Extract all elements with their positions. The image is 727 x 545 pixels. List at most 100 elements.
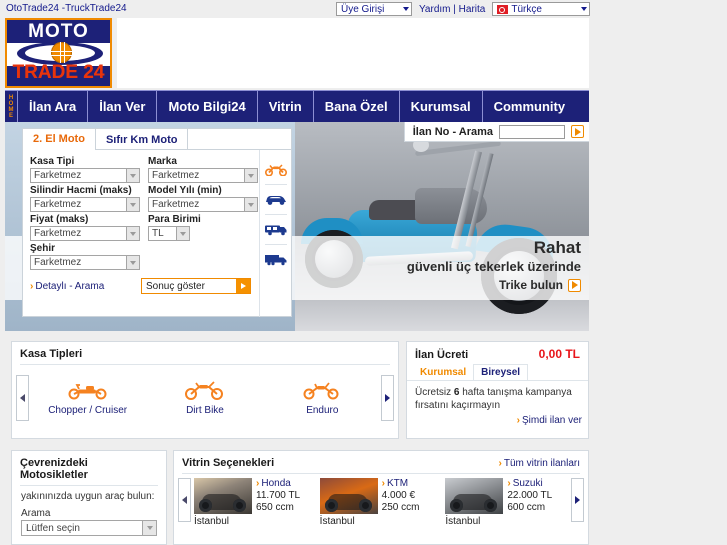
post-listing-now-link[interactable]: › Şimdi ilan ver (517, 415, 582, 426)
sidebar-item-home[interactable]: HOME (5, 91, 18, 122)
search-row-1: Kasa Tipi Farketmez Marka Farketmez (30, 154, 258, 183)
showcase-list: › Honda 11.700 TL 650 ccm İstanbul › KTM… (174, 474, 588, 527)
chevron-down-icon (244, 169, 257, 182)
nearby-bikes-subtitle: yakınınızda uygun araç bulun: (21, 491, 155, 502)
body-type-dirt-bike[interactable]: Dirt Bike (150, 380, 260, 416)
showcase-next-button[interactable] (571, 478, 585, 522)
truck-icon[interactable] (264, 245, 288, 274)
hero-cta-arrow-icon[interactable] (568, 278, 581, 292)
main-navigation: HOME İlan Ara İlan Ver Moto Bilgi24 Vitr… (5, 90, 589, 122)
help-link[interactable]: Yardım (419, 4, 451, 15)
field-kasa-tipi-value: Farketmez (34, 170, 82, 181)
van-icon[interactable] (264, 215, 288, 244)
body-type-enduro[interactable]: Enduro (267, 380, 377, 416)
nav-item-moto-bilgi24[interactable]: Moto Bilgi24 (157, 91, 258, 122)
map-link[interactable]: Harita (459, 4, 486, 15)
thumb-wheel-left (324, 499, 338, 512)
field-sehir-select[interactable]: Farketmez (30, 255, 140, 270)
field-sehir: Şehir Farketmez (30, 241, 140, 270)
chevron-right-icon: › (498, 457, 502, 469)
listing-info: › KTM 4.000 € 250 ccm (382, 478, 420, 514)
chevron-down-icon (126, 256, 139, 269)
field-model-yili: Model Yılı (min) Farketmez (148, 183, 258, 212)
chevron-down-icon (176, 227, 189, 240)
showcase-prev-button[interactable] (178, 478, 191, 522)
car-icon[interactable] (264, 185, 288, 214)
post-listing-now-label: Şimdi ilan ver (521, 415, 582, 426)
listing-info: › Suzuki 22.000 TL 600 ccm (507, 478, 552, 514)
listing-brand-label: Suzuki (512, 478, 543, 489)
field-kasa-tipi-select[interactable]: Farketmez (30, 168, 140, 183)
listing-fee-header: İlan Ücreti 0,00 TL (407, 342, 588, 364)
listing-engine: 600 ccm (507, 502, 546, 513)
field-silindir-hacmi-value: Farketmez (34, 199, 82, 210)
show-results-button[interactable]: Sonuç göster (141, 278, 251, 294)
nearby-bikes-title: Çevrenizdeki Motosikletler (20, 457, 88, 481)
field-para-birimi: Para Birimi TL (148, 212, 253, 241)
tab-used-moto[interactable]: 2. El Moto (23, 129, 95, 150)
listing-thumbnail (319, 478, 378, 514)
arrow-right-icon (236, 279, 250, 293)
chevron-right-icon: › (381, 478, 386, 489)
body-types-title: Kasa Tipleri (20, 348, 83, 360)
nav-item-community[interactable]: Community (483, 91, 577, 122)
language-dropdown[interactable]: Türkçe (492, 2, 591, 16)
tab-new-moto[interactable]: Sıfır Km Moto (94, 129, 189, 150)
partner-sites-link[interactable]: OtoTrade24 -TruckTrade24 (6, 3, 127, 14)
detailed-search-link[interactable]: › Detaylı - Arama (30, 281, 104, 292)
showcase-card-top: › Suzuki 22.000 TL 600 ccm (445, 478, 568, 514)
nav-item-bana-ozel[interactable]: Bana Özel (314, 91, 400, 122)
chevron-down-icon (126, 198, 139, 211)
carousel-prev-button[interactable] (16, 375, 29, 421)
ilan-no-input[interactable] (499, 124, 565, 139)
tab-kurumsal[interactable]: Kurumsal (413, 364, 473, 380)
tab-bireysel[interactable]: Bireysel (473, 364, 529, 380)
nav-item-ilan-ara[interactable]: İlan Ara (18, 91, 89, 122)
chevron-down-icon (581, 7, 588, 11)
field-silindir-hacmi-label: Silindir Hacmi (maks) (30, 185, 132, 196)
showcase-card-top: › KTM 4.000 € 250 ccm (319, 478, 443, 514)
listing-city: İstanbul (445, 516, 481, 527)
site-logo[interactable]: MOTO TRADE 24 (5, 18, 112, 88)
body-type-label: Chopper / Cruiser (48, 405, 128, 416)
field-para-birimi-select[interactable]: TL (148, 226, 190, 241)
top-bar-right: Üye Girişi Yardım | Harita Türkçe (336, 2, 591, 16)
body-type-label: Dirt Bike (186, 405, 224, 416)
ilan-no-label: İlan No - Arama (412, 125, 493, 138)
listing-price: 22.000 TL (507, 490, 553, 501)
nav-item-ilan-ver[interactable]: İlan Ver (88, 91, 158, 122)
field-silindir-hacmi: Silindir Hacmi (maks) Farketmez (30, 183, 140, 212)
field-marka-select[interactable]: Farketmez (148, 168, 258, 183)
hero-cta-label: Trike bulun (498, 278, 563, 292)
ilan-no-submit-icon[interactable] (571, 125, 584, 138)
field-model-yili-select[interactable]: Farketmez (148, 197, 258, 212)
listing-fee-panel: İlan Ücreti 0,00 TL Kurumsal Bireysel Üc… (406, 341, 589, 439)
listing-brand[interactable]: › Honda (256, 478, 291, 490)
all-showcase-listings-link[interactable]: › Tüm vitrin ilanları (499, 458, 580, 469)
search-fields: Kasa Tipi Farketmez Marka Farketmez Sili… (23, 150, 259, 317)
field-silindir-hacmi-select[interactable]: Farketmez (30, 197, 140, 212)
chevron-right-icon: › (516, 415, 520, 426)
listing-brand[interactable]: › KTM (382, 478, 408, 490)
site-header: MOTO TRADE 24 (0, 18, 727, 90)
carousel-next-button[interactable] (381, 375, 394, 421)
body-type-chopper-cruiser[interactable]: Chopper / Cruiser (33, 380, 143, 416)
chevron-right-icon (385, 394, 390, 402)
chevron-right-icon: › (256, 478, 260, 489)
listing-brand[interactable]: › Suzuki (507, 478, 542, 490)
nav-item-kurumsal[interactable]: Kurumsal (400, 91, 483, 122)
listing-fee-tabs: Kurumsal Bireysel (407, 364, 588, 381)
member-login-dropdown[interactable]: Üye Girişi (336, 2, 412, 16)
motorcycle-icon[interactable] (264, 155, 287, 184)
listing-price: 4.000 € (381, 490, 416, 501)
showcase-card-honda[interactable]: › Honda 11.700 TL 650 ccm İstanbul (194, 478, 317, 527)
showcase-card-ktm[interactable]: › KTM 4.000 € 250 ccm İstanbul (319, 478, 443, 527)
listing-fee-text-before: Ücretsiz (415, 387, 454, 398)
chevron-down-icon (126, 227, 139, 240)
field-fiyat-value: Farketmez (34, 228, 82, 239)
field-fiyat-select[interactable]: Farketmez (30, 226, 140, 241)
showcase-card-suzuki[interactable]: › Suzuki 22.000 TL 600 ccm İstanbul (445, 478, 568, 527)
nav-item-vitrin[interactable]: Vitrin (258, 91, 314, 122)
nearby-search-select[interactable]: Lütfen seçin (21, 520, 157, 536)
page-root: OtoTrade24 -TruckTrade24 Üye Girişi Yard… (0, 0, 727, 545)
